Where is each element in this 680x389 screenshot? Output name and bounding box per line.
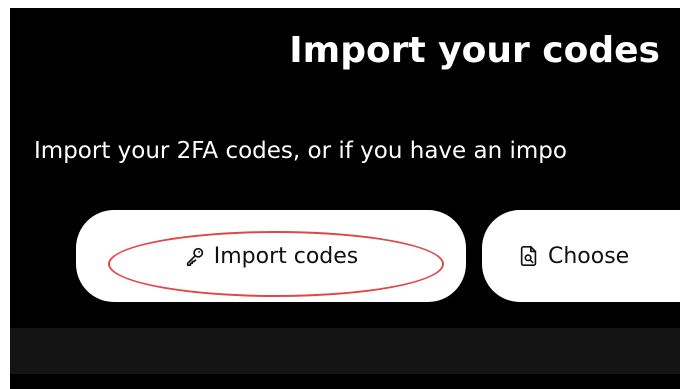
import-codes-label: Import codes: [213, 243, 359, 269]
import-codes-button[interactable]: Import codes: [76, 210, 466, 302]
document-search-icon: [518, 245, 540, 267]
page-title: Import your codes: [289, 30, 660, 71]
bottom-panel: [10, 328, 680, 374]
import-window: Import your codes Import your 2FA codes,…: [10, 8, 680, 389]
key-icon: [184, 245, 206, 267]
page-description: Import your 2FA codes, or if you have an…: [34, 138, 567, 164]
choose-file-label: Choose: [548, 243, 630, 269]
choose-file-button[interactable]: Choose: [482, 210, 680, 302]
